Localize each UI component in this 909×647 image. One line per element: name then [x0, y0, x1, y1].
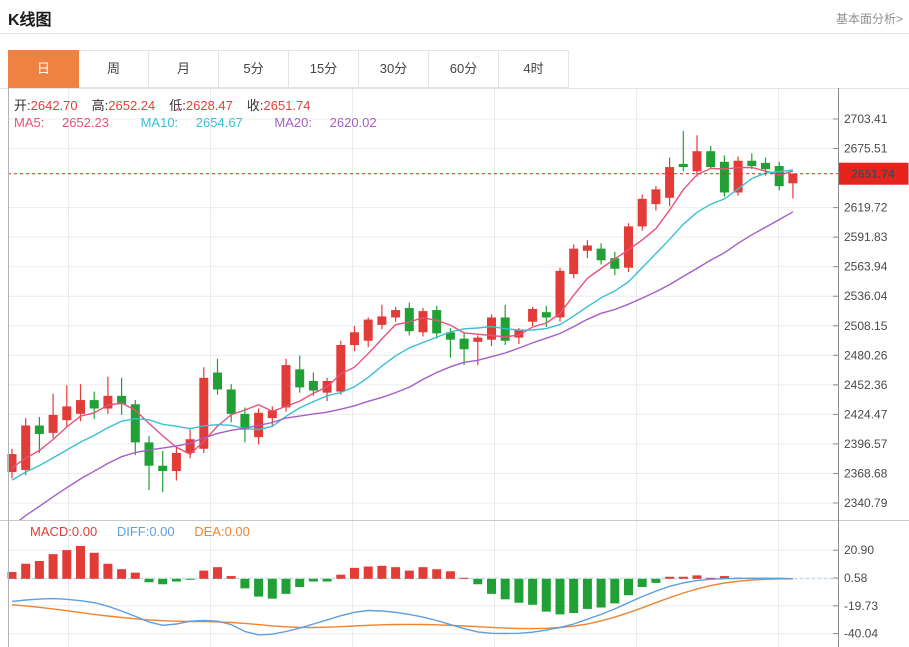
svg-text:2591.83: 2591.83 [844, 230, 888, 244]
tab-4hour[interactable]: 4时 [499, 50, 569, 88]
tab-60min[interactable]: 60分 [429, 50, 499, 88]
svg-text:-40.04: -40.04 [844, 627, 878, 641]
tab-day[interactable]: 日 [8, 50, 79, 88]
ma10-line [12, 170, 793, 480]
close-label: 收: [247, 98, 264, 113]
dea-line [12, 579, 793, 629]
svg-text:2396.57: 2396.57 [844, 437, 888, 451]
candles [8, 131, 798, 492]
header-divider [0, 33, 909, 34]
ma5-line [12, 168, 793, 469]
macd-chart[interactable]: 20.90 0.58 -19.73 -40.04 [0, 520, 909, 647]
tab-30min[interactable]: 30分 [359, 50, 429, 88]
svg-text:2424.47: 2424.47 [844, 407, 888, 421]
open-label: 开: [14, 98, 31, 113]
dea-value: DEA:0.00 [194, 524, 250, 539]
svg-text:20.90: 20.90 [844, 543, 874, 557]
ma10-value: MA10: 2654.67 [141, 115, 257, 130]
svg-text:2480.26: 2480.26 [844, 348, 888, 362]
interval-tabs: 日 周 月 5分 15分 30分 60分 4时 [8, 50, 569, 88]
high-value: 2652.24 [108, 98, 155, 113]
tab-15min[interactable]: 15分 [289, 50, 359, 88]
open-value: 2642.70 [31, 98, 78, 113]
page-title: K线图 [8, 6, 52, 30]
macd-info: MACD:0.00 DIFF:0.00 DEA:0.00 [30, 524, 266, 539]
macd-value: MACD:0.00 [30, 524, 97, 539]
close-value: 2651.74 [264, 98, 311, 113]
tab-month[interactable]: 月 [149, 50, 219, 88]
svg-text:2563.94: 2563.94 [844, 260, 888, 274]
svg-text:-19.73: -19.73 [844, 599, 878, 613]
svg-text:2675.51: 2675.51 [844, 142, 888, 156]
svg-text:2703.41: 2703.41 [844, 112, 888, 126]
fundamental-analysis-link[interactable]: 基本面分析> [836, 10, 903, 27]
tab-5min[interactable]: 5分 [219, 50, 289, 88]
tab-week[interactable]: 周 [79, 50, 149, 88]
candlestick-chart[interactable]: 2703.41 2675.51 2619.72 2591.83 2563.94 2536.… [0, 88, 909, 520]
svg-text:2619.72: 2619.72 [844, 201, 888, 215]
low-label: 低: [169, 98, 186, 113]
chart-area: 2703.41 2675.51 2619.72 2591.83 2563.94 2536.… [0, 88, 909, 647]
svg-text:2340.79: 2340.79 [844, 496, 888, 510]
current-price-marker: 2651.74 [839, 163, 909, 185]
ma-info: MA5: 2652.23 MA10: 2654.67 MA20: 2620.02 [14, 115, 405, 130]
svg-text:2651.74: 2651.74 [851, 167, 895, 181]
svg-text:2368.68: 2368.68 [844, 466, 888, 480]
svg-text:2508.15: 2508.15 [844, 319, 888, 333]
low-value: 2628.47 [186, 98, 233, 113]
ohlc-info: 开:2642.70 高:2652.24 低:2628.47 收:2651.74 [14, 95, 325, 114]
svg-text:0.58: 0.58 [844, 571, 868, 585]
svg-text:2536.04: 2536.04 [844, 289, 888, 303]
high-label: 高: [92, 98, 109, 113]
diff-value: DIFF:0.00 [117, 524, 175, 539]
svg-text:2452.36: 2452.36 [844, 378, 888, 392]
ma5-value: MA5: 2652.23 [14, 115, 123, 130]
diff-line [12, 578, 793, 635]
macd-histogram [8, 546, 784, 614]
ma20-value: MA20: 2620.02 [274, 115, 390, 130]
